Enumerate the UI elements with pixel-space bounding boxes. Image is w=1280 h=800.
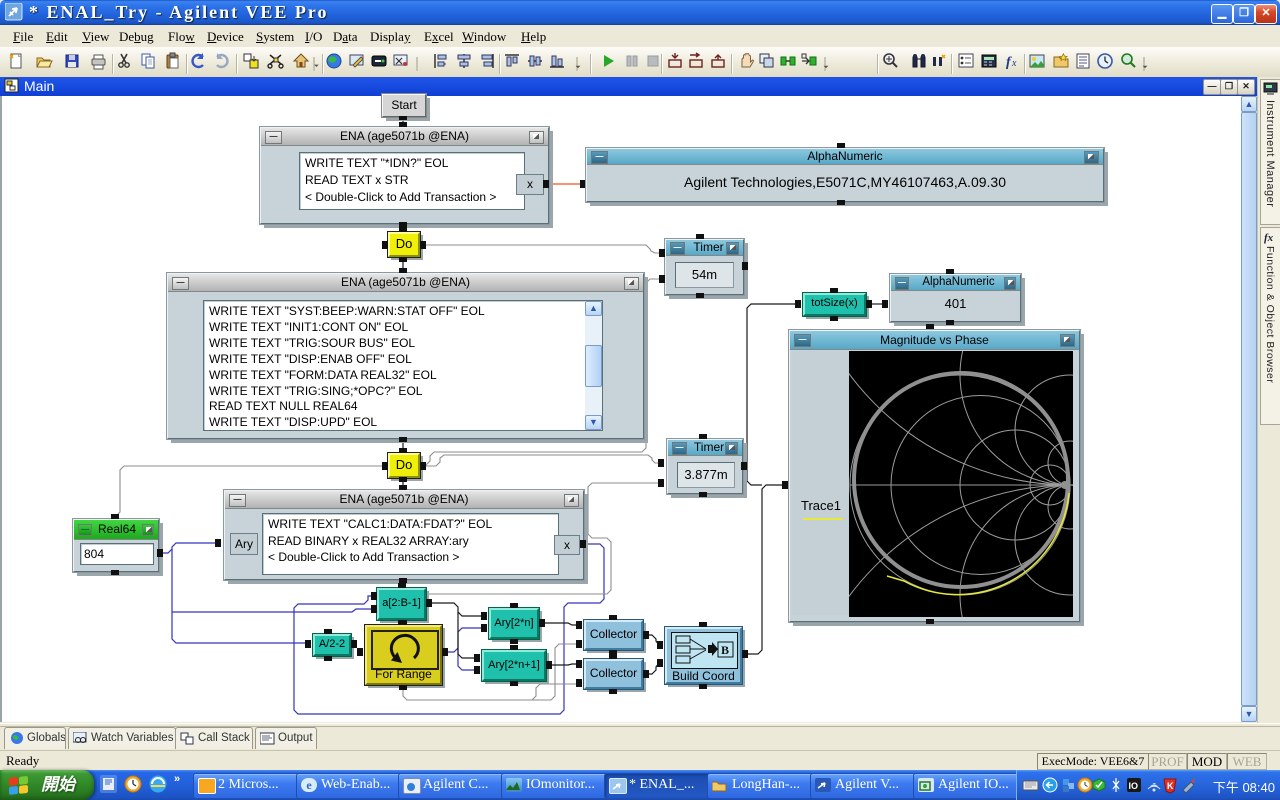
svg-text:K: K: [1167, 781, 1174, 791]
svg-text:IO: IO: [1129, 781, 1139, 791]
svg-text:x: x: [1011, 58, 1017, 69]
svg-text:fx: fx: [1264, 232, 1274, 244]
svg-text:»: »: [174, 773, 180, 785]
